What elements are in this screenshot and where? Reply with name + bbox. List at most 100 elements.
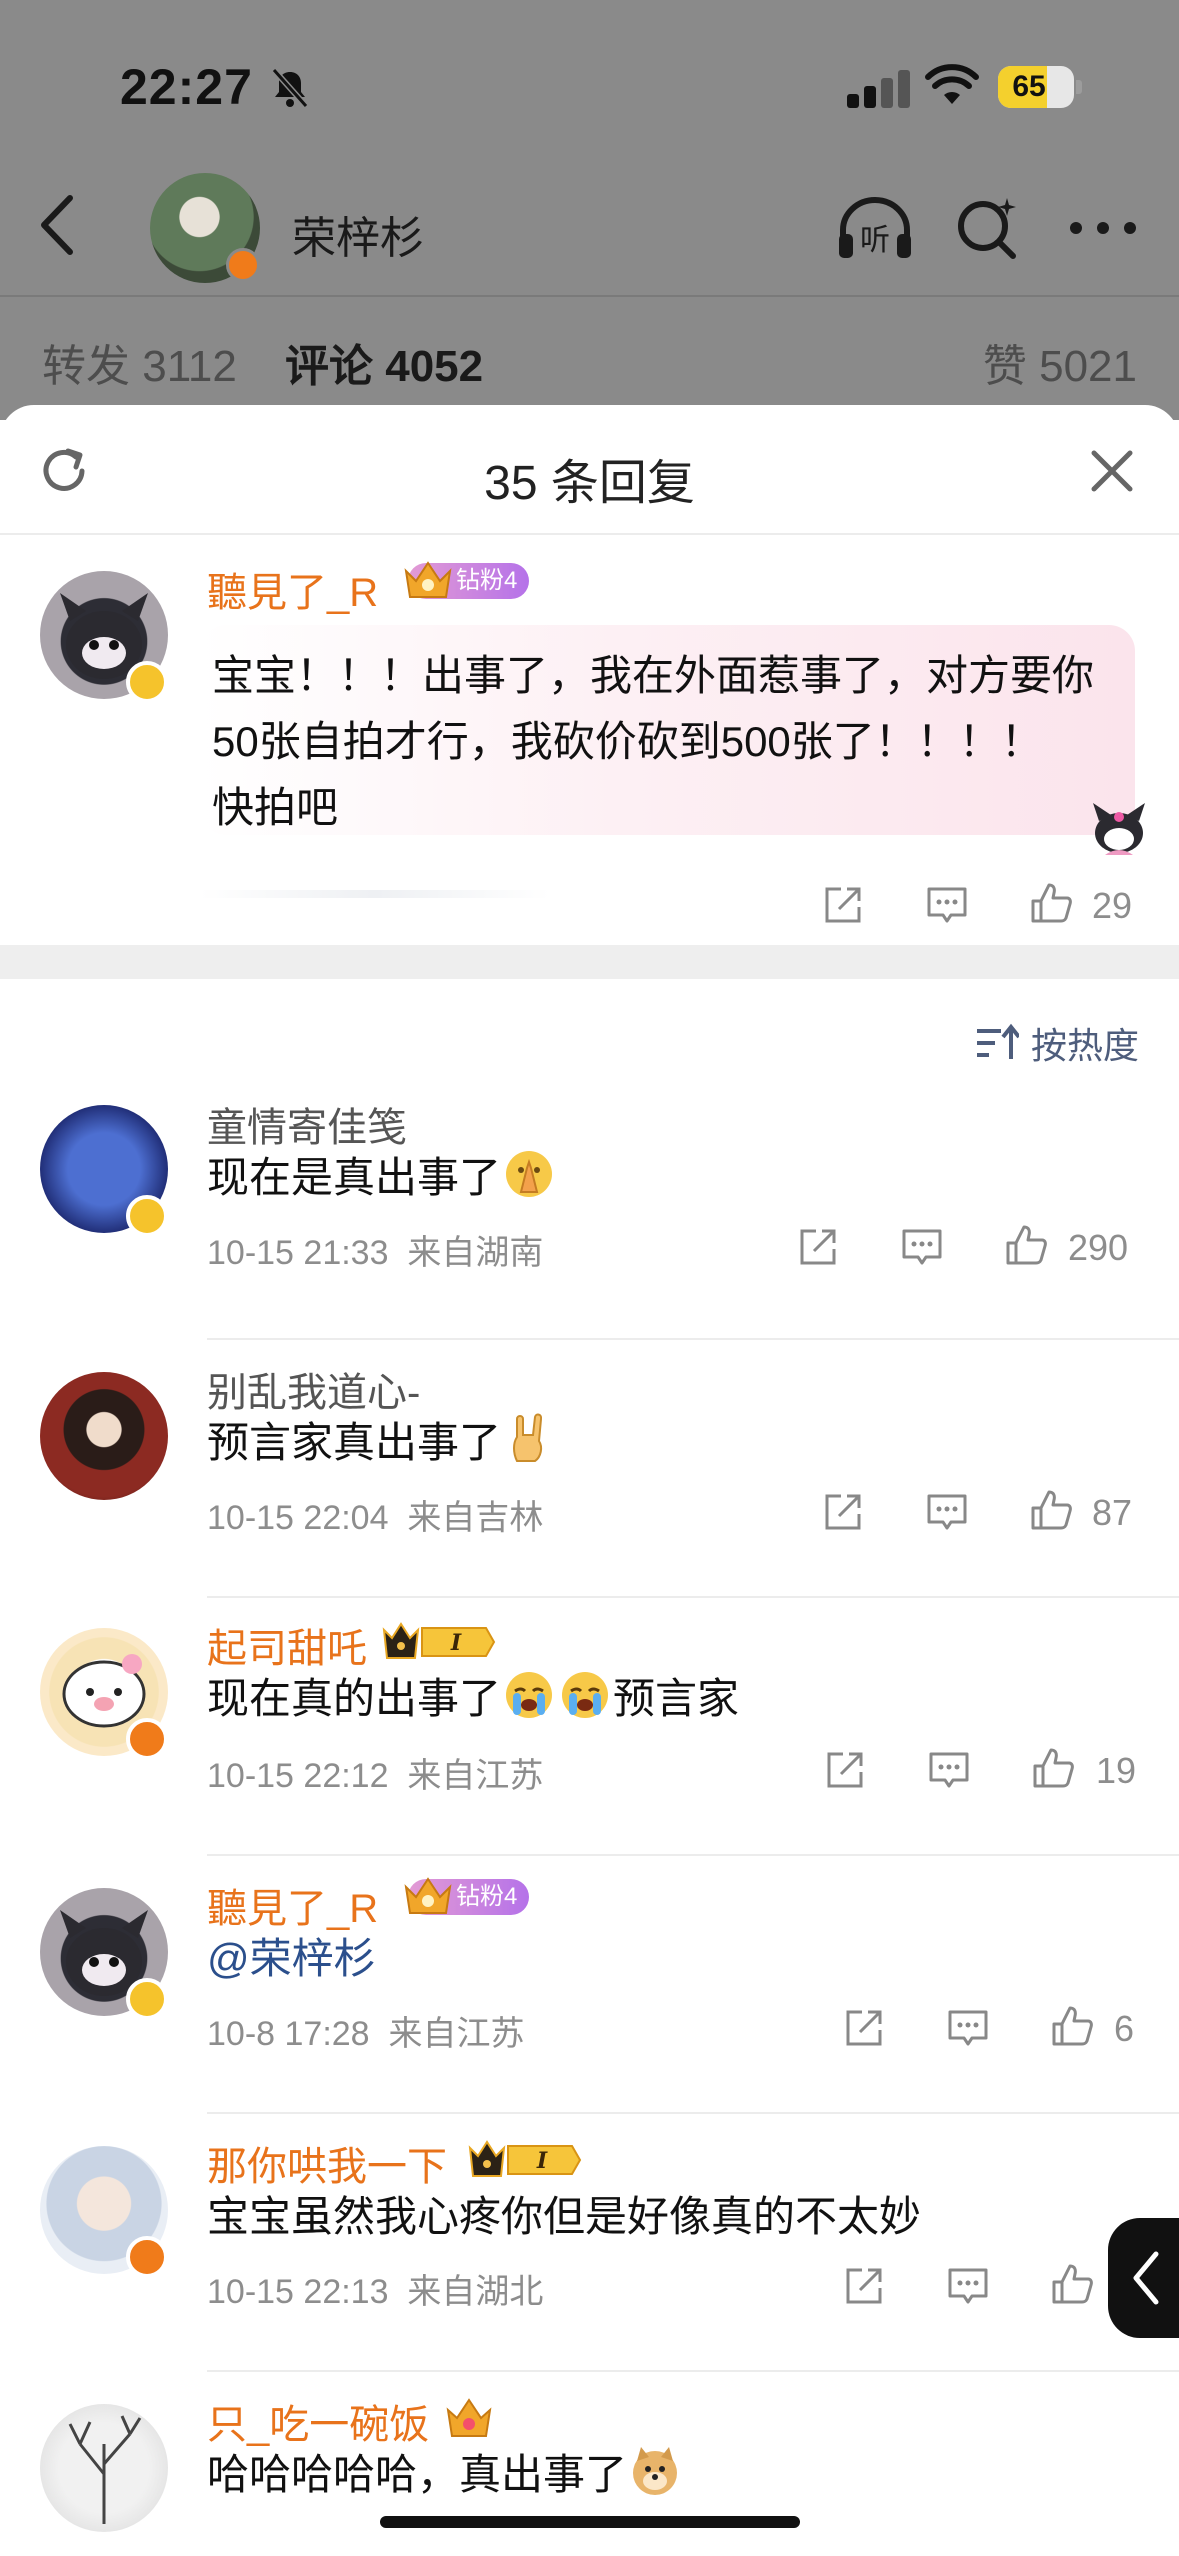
profile-name[interactable]: 荣梓杉	[292, 202, 424, 266]
comment-text-a: 现在真的出事了	[207, 1675, 502, 1722]
verified-badge	[126, 661, 168, 703]
sheet-header: 35 条回复	[0, 405, 1179, 535]
verified-badge	[226, 248, 260, 282]
fan-level-label: 钻粉4	[456, 567, 518, 594]
home-indicator	[380, 2516, 800, 2528]
list-item: 那你哄我一下 I 宝宝虽然我心疼你但是好像真的不太妙 10-15 22:13 来…	[0, 2114, 1179, 2372]
crying-emoji-icon	[506, 1672, 553, 1718]
comment-location: 来自吉林	[407, 1499, 544, 1537]
side-collapse-handle[interactable]	[1108, 2218, 1179, 2338]
comment-time: 10-15 22:12	[207, 1757, 389, 1795]
comment-location: 来自湖北	[407, 2273, 544, 2311]
crying-emoji-icon	[562, 1672, 609, 1718]
share-icon[interactable]	[823, 1748, 867, 1792]
comment-meta: 10-15 22:13 来自湖北	[207, 2264, 543, 2313]
comment-meta: 10-15 22:04 来自吉林	[207, 1490, 543, 1539]
doge-emoji-icon	[633, 2447, 678, 2495]
verified-badge	[126, 1978, 168, 2020]
crown-icon	[446, 2398, 492, 2437]
comment-location: 来自江苏	[407, 1757, 544, 1795]
comment-text-b: 预言家	[613, 1675, 740, 1722]
status-time: 22:27	[120, 59, 253, 115]
battery-indicator: 65	[998, 66, 1074, 108]
like-count: 87	[1092, 1492, 1133, 1533]
comment-icon[interactable]	[946, 2006, 990, 2050]
like-icon[interactable]	[1004, 1223, 1048, 1267]
like-icon[interactable]	[1029, 1488, 1073, 1532]
more-icon[interactable]	[1066, 216, 1140, 240]
close-icon[interactable]	[1088, 447, 1136, 495]
share-icon[interactable]	[821, 883, 865, 927]
stats-bar: 转发 3112 评论 4052 赞 5021	[0, 300, 1179, 400]
comment-time: 10-8 17:28	[207, 2015, 370, 2053]
comment-text: 现在真的出事了 预言家	[207, 1666, 739, 1732]
comment-icon[interactable]	[927, 1748, 971, 1792]
mention-link[interactable]: @荣梓杉	[207, 1926, 376, 1992]
vip-level: I	[536, 2148, 548, 2174]
headphones-listen-icon[interactable]: 听	[835, 194, 915, 264]
section-gap	[0, 945, 1179, 979]
back-icon[interactable]	[30, 190, 90, 260]
sheet-title: 35 条回复	[484, 457, 695, 510]
like-tab[interactable]: 赞 5021	[983, 330, 1137, 394]
comment-tab[interactable]: 评论 4052	[285, 330, 483, 394]
like-icon[interactable]	[1050, 2004, 1094, 2048]
bell-mute-icon	[271, 68, 309, 108]
top-nav: 荣梓杉 听	[0, 160, 1179, 295]
share-icon[interactable]	[796, 1225, 840, 1269]
comment-time: 10-15 22:04	[207, 1499, 389, 1537]
root-username[interactable]: 聽見了_R	[207, 560, 378, 618]
fan-level-badge: 钻粉4	[404, 561, 530, 599]
comment-time: 10-15 22:13	[207, 2273, 389, 2311]
share-icon[interactable]	[821, 1490, 865, 1534]
listen-label: 听	[860, 223, 890, 258]
like-count: 29	[1092, 885, 1133, 926]
wifi-icon	[925, 64, 979, 104]
vip-badge-icon: I	[382, 1622, 496, 1659]
avatar[interactable]	[40, 1372, 168, 1500]
vip-badge-icon: I	[468, 2140, 582, 2177]
fan-level-label: 钻粉4	[456, 1883, 518, 1910]
crown-icon	[404, 1877, 452, 1914]
comment-text-content: 现在是真出事了	[207, 1154, 502, 1201]
comment-location: 来自江苏	[388, 2015, 525, 2053]
fan-level-badge: 钻粉4	[404, 1877, 530, 1915]
list-item: 起司甜吒 I 现在真的出事了 预言家 10-15 22:12 来自江苏 19	[0, 1598, 1179, 1856]
like-icon[interactable]	[1031, 1746, 1075, 1790]
comment-text: 预言家真出事了	[207, 1410, 557, 1476]
nav-divider	[0, 295, 1179, 297]
share-icon[interactable]	[842, 2006, 886, 2050]
like-count: 6	[1114, 2008, 1135, 2049]
sort-icon	[977, 1023, 1019, 1059]
comment-meta: 10-8 17:28 来自江苏	[207, 2006, 525, 2055]
battery-nub	[1076, 80, 1082, 94]
comment-icon[interactable]	[925, 883, 969, 927]
like-icon[interactable]	[1029, 881, 1073, 925]
root-text-line-1: 宝宝！！！出事了，我在外面惹事了，对方要你	[212, 652, 1095, 699]
kuromi-sticker-icon	[1093, 803, 1145, 855]
list-item: 聽見了_R 钻粉4 @荣梓杉 10-8 17:28 来自江苏 6	[0, 1856, 1179, 2114]
vip-level: I	[450, 1630, 462, 1656]
list-item: 别乱我道心- 预言家真出事了 10-15 22:04 来自吉林 87	[0, 1340, 1179, 1598]
cellular-signal-icon	[847, 70, 910, 108]
comment-icon[interactable]	[925, 1490, 969, 1534]
sort-toggle[interactable]: 按热度	[975, 1015, 1139, 1071]
repost-tab[interactable]: 转发 3112	[42, 330, 237, 394]
search-icon[interactable]	[955, 196, 1021, 262]
comment-time: 10-15 21:33	[207, 1234, 389, 1272]
verified-badge	[126, 1718, 168, 1760]
like-count: 290	[1068, 1227, 1129, 1268]
avatar[interactable]	[40, 2404, 168, 2532]
comment-text: 宝宝虽然我心疼你但是好像真的不太妙	[207, 2193, 922, 2240]
verified-badge	[126, 1195, 168, 1237]
share-icon[interactable]	[842, 2264, 886, 2308]
comment-location: 来自湖南	[407, 1234, 544, 1272]
comment-meta: 10-15 21:33 来自湖南	[207, 1225, 543, 1274]
placeholder-bar	[200, 890, 550, 898]
crown-icon	[404, 561, 452, 598]
like-icon[interactable]	[1050, 2262, 1094, 2306]
chevron-left-icon	[1133, 2251, 1159, 2305]
comment-icon[interactable]	[900, 1225, 944, 1269]
comment-icon[interactable]	[946, 2264, 990, 2308]
verified-badge	[126, 2236, 168, 2278]
